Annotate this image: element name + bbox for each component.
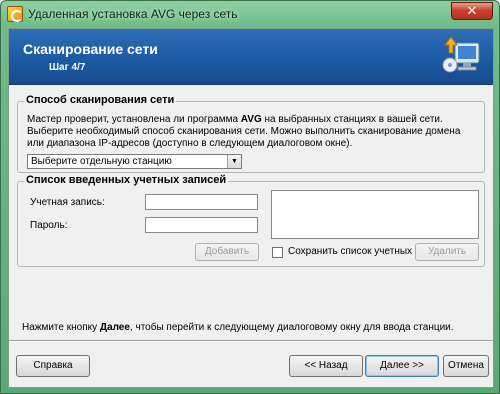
description-brand: AVG — [240, 114, 262, 125]
scan-method-description: Мастер проверит, установлена ли программ… — [27, 114, 467, 150]
remove-account-button[interactable]: Удалить — [415, 243, 479, 261]
credentials-group: Список введенных учетных записей Учетная… — [17, 174, 485, 267]
close-button[interactable]: ✕ — [451, 2, 493, 20]
account-label: Учетная запись: — [30, 197, 105, 208]
next-button[interactable]: Далее >> — [365, 355, 439, 377]
window-title: Удаленная установка AVG через сеть — [28, 7, 238, 21]
cancel-button[interactable]: Отмена — [443, 355, 489, 377]
help-button[interactable]: Справка — [16, 355, 90, 377]
scan-method-select[interactable]: Выберите отдельную станцию ▼ — [27, 154, 242, 169]
account-input[interactable] — [145, 194, 258, 210]
network-computer-icon — [442, 36, 480, 73]
page-title: Сканирование сети — [23, 41, 158, 57]
hint-text-2: , чтобы перейти к следующему диалоговому… — [129, 322, 454, 333]
add-account-button[interactable]: Добавить — [195, 243, 259, 261]
credentials-group-title: Список введенных учетных записей — [24, 174, 229, 186]
save-list-label: Сохранить список учетных — [288, 246, 413, 257]
footer-separator — [9, 340, 493, 342]
hint-next-word: Далее — [99, 322, 130, 333]
title-bar[interactable]: Удаленная установка AVG через сеть ✕ — [1, 1, 499, 27]
hint-text-1: Нажмите кнопку — [22, 322, 100, 333]
step-indicator: Шаг 4/7 — [49, 62, 86, 73]
password-label: Пароль: — [30, 220, 68, 231]
wizard-client-area: Сканирование сети Шаг 4/7 Способ сканиро… — [8, 28, 494, 388]
footer-hint: Нажмите кнопку Далее, чтобы перейти к сл… — [22, 322, 454, 333]
wizard-header: Сканирование сети Шаг 4/7 — [9, 29, 493, 85]
save-list-checkbox[interactable] — [272, 247, 283, 258]
scan-method-group-title: Способ сканирования сети — [24, 94, 177, 106]
description-text-1: Мастер проверит, установлена ли программ… — [27, 114, 241, 125]
avg-app-icon — [7, 6, 23, 22]
accounts-list[interactable] — [271, 190, 479, 239]
chevron-down-icon[interactable]: ▼ — [227, 155, 241, 168]
scan-method-group: Способ сканирования сети Мастер проверит… — [17, 94, 485, 173]
back-button[interactable]: << Назад — [289, 355, 363, 377]
password-input[interactable] — [145, 217, 258, 233]
wizard-window: Удаленная установка AVG через сеть ✕ Ска… — [0, 0, 500, 394]
scan-method-selected-value: Выберите отдельную станцию — [31, 156, 172, 167]
